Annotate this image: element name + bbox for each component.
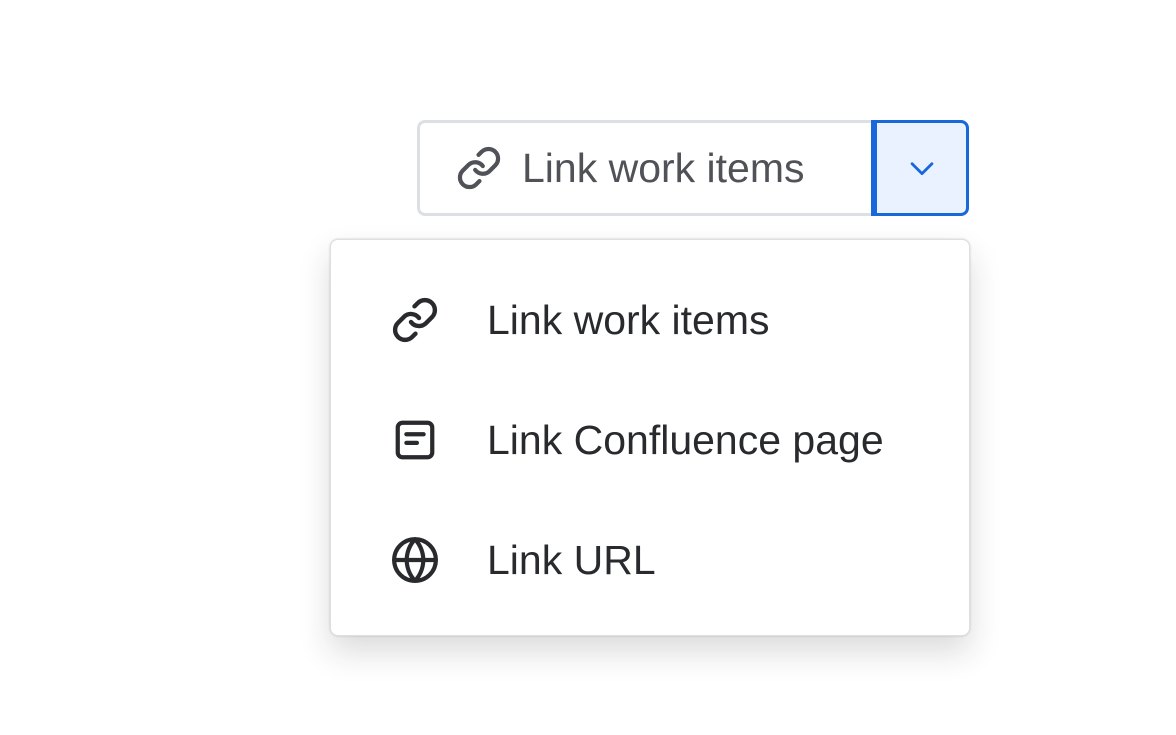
globe-icon: [389, 534, 441, 586]
link-options-toggle-button[interactable]: [871, 120, 969, 216]
link-icon: [456, 145, 502, 191]
link-split-button: Link work items: [417, 120, 969, 216]
link-work-items-button[interactable]: Link work items: [417, 120, 871, 216]
menu-item-link-work-items[interactable]: Link work items: [331, 260, 969, 380]
menu-item-link-url[interactable]: Link URL: [331, 500, 969, 620]
menu-item-label: Link work items: [487, 296, 770, 343]
chevron-down-icon: [905, 151, 939, 185]
link-work-items-button-label: Link work items: [522, 144, 805, 191]
menu-item-label: Link URL: [487, 536, 656, 583]
menu-item-label: Link Confluence page: [487, 416, 884, 463]
page-icon: [389, 414, 441, 466]
menu-item-link-confluence-page[interactable]: Link Confluence page: [331, 380, 969, 500]
stage: Link work items Link work items Link Con…: [0, 0, 1176, 735]
link-icon: [389, 294, 441, 346]
link-options-menu: Link work items Link Confluence page Lin…: [330, 239, 970, 636]
